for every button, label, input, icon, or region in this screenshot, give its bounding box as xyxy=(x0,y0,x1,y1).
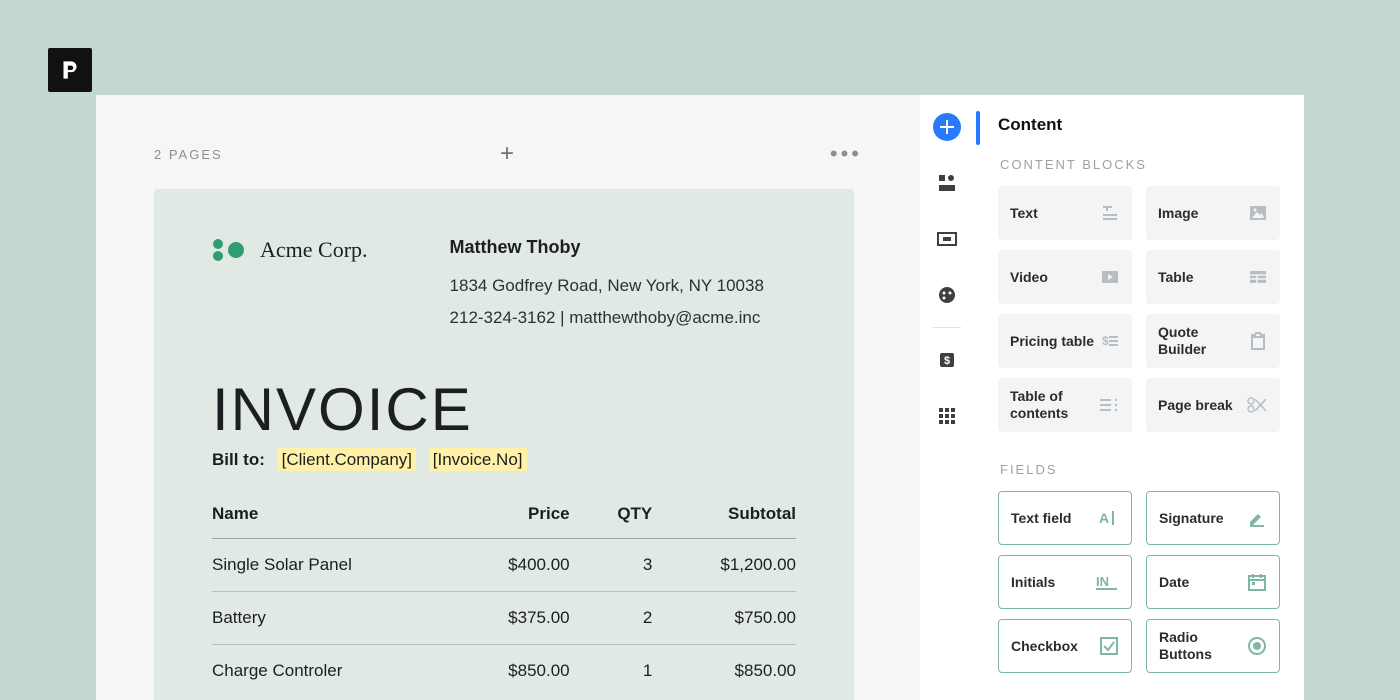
contact-name: Matthew Thoby xyxy=(450,237,764,258)
table-row: Charge Controler $850.00 1 $850.00 xyxy=(212,645,796,698)
radio-icon xyxy=(1247,636,1267,656)
col-qty: QTY xyxy=(578,504,661,539)
editor-toolbar: 2 PAGES + ••• xyxy=(154,143,862,165)
invoice-page: Acme Corp. Matthew Thoby 1834 Godfrey Ro… xyxy=(154,189,854,700)
col-name: Name xyxy=(212,504,452,539)
content-panel: Content CONTENT BLOCKS Text Image Video … xyxy=(974,95,1304,700)
add-page-button[interactable]: + xyxy=(500,142,516,166)
field-date[interactable]: Date xyxy=(1146,555,1280,609)
block-video[interactable]: Video xyxy=(998,250,1132,304)
rail-variables-icon[interactable] xyxy=(933,225,961,253)
svg-text:$: $ xyxy=(1102,334,1109,348)
field-checkbox[interactable]: Checkbox xyxy=(998,619,1132,673)
page-break-icon xyxy=(1246,395,1268,415)
bill-to-row: Bill to: [Client.Company] [Invoice.No] xyxy=(212,450,796,470)
company-logo-icon xyxy=(212,238,246,262)
col-subtotal: Subtotal xyxy=(660,504,796,539)
block-image[interactable]: Image xyxy=(1146,186,1280,240)
checkbox-icon xyxy=(1099,636,1119,656)
contact-phone-email: 212-324-3162 | matthewthoby@acme.inc xyxy=(450,308,764,328)
field-initials[interactable]: Initials IN xyxy=(998,555,1132,609)
svg-text:IN: IN xyxy=(1096,574,1109,589)
sidebar-rail: $ xyxy=(920,95,974,700)
svg-text:A: A xyxy=(1099,510,1109,526)
rail-recipients-icon[interactable] xyxy=(933,169,961,197)
toc-icon xyxy=(1098,395,1120,415)
company-brand: Acme Corp. xyxy=(212,237,368,263)
block-pricing-table[interactable]: Pricing table $ xyxy=(998,314,1132,368)
block-quote-builder[interactable]: Quote Builder xyxy=(1146,314,1280,368)
editor-pane: 2 PAGES + ••• Acme Corp. Matth xyxy=(96,95,920,700)
image-icon xyxy=(1248,203,1268,223)
field-signature[interactable]: Signature xyxy=(1146,491,1280,545)
rail-apps-icon[interactable] xyxy=(933,402,961,430)
app-window: 2 PAGES + ••• Acme Corp. Matth xyxy=(96,95,1304,700)
panel-title: Content xyxy=(998,115,1280,135)
block-page-break[interactable]: Page break xyxy=(1146,378,1280,432)
field-text[interactable]: Text field A xyxy=(998,491,1132,545)
contact-block: Matthew Thoby 1834 Godfrey Road, New Yor… xyxy=(450,237,764,340)
video-icon xyxy=(1100,267,1120,287)
rail-active-indicator xyxy=(976,111,980,145)
company-name: Acme Corp. xyxy=(260,237,368,263)
rail-design-icon[interactable] xyxy=(933,281,961,309)
text-field-icon: A xyxy=(1097,508,1119,528)
block-text[interactable]: Text xyxy=(998,186,1132,240)
pandadoc-logo xyxy=(48,48,92,92)
table-row: Battery $375.00 2 $750.00 xyxy=(212,592,796,645)
content-blocks-label: CONTENT BLOCKS xyxy=(1000,157,1280,172)
more-menu-button[interactable]: ••• xyxy=(830,143,862,165)
bill-to-label: Bill to: xyxy=(212,450,265,469)
pricing-table-icon: $ xyxy=(1098,331,1120,351)
line-items-table: Name Price QTY Subtotal Single Solar Pan… xyxy=(212,504,796,697)
svg-text:$: $ xyxy=(944,355,950,367)
block-table[interactable]: Table xyxy=(1146,250,1280,304)
invoice-title: INVOICE xyxy=(212,380,796,440)
text-icon xyxy=(1100,203,1120,223)
page-count-label: 2 PAGES xyxy=(154,147,223,162)
contact-address: 1834 Godfrey Road, New York, NY 10038 xyxy=(450,276,764,296)
table-row: Single Solar Panel $400.00 3 $1,200.00 xyxy=(212,539,796,592)
col-price: Price xyxy=(452,504,578,539)
token-client-company[interactable]: [Client.Company] xyxy=(278,448,416,471)
quote-builder-icon xyxy=(1248,331,1268,351)
block-table-of-contents[interactable]: Table of contents xyxy=(998,378,1132,432)
rail-divider xyxy=(933,327,961,328)
fields-label: FIELDS xyxy=(1000,462,1280,477)
initials-icon: IN xyxy=(1095,572,1119,592)
rail-pricing-icon[interactable]: $ xyxy=(933,346,961,374)
table-icon xyxy=(1248,267,1268,287)
signature-icon xyxy=(1247,508,1267,528)
token-invoice-no[interactable]: [Invoice.No] xyxy=(429,448,527,471)
field-radio[interactable]: Radio Buttons xyxy=(1146,619,1280,673)
rail-add-content-icon[interactable] xyxy=(933,113,961,141)
date-icon xyxy=(1247,572,1267,592)
